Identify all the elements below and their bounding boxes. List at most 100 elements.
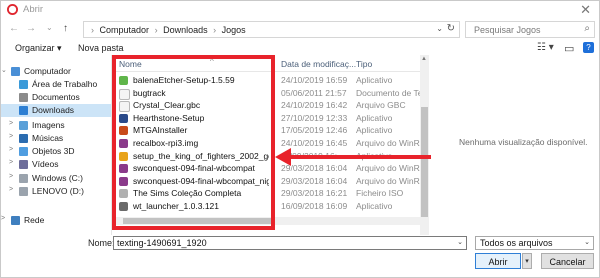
- nav-item-label: LENOVO (D:): [32, 186, 84, 196]
- opera-logo-icon: [7, 4, 18, 15]
- file-type: Ficheiro ISO: [356, 188, 404, 199]
- breadcrumb-jogos[interactable]: Jogos: [222, 25, 246, 35]
- file-type: Arquivo do WinRAR: [356, 175, 426, 186]
- breadcrumb-separator-icon: ›: [154, 25, 158, 35]
- documents-icon: [19, 93, 28, 102]
- column-header-date[interactable]: Data de modificaç...: [281, 59, 356, 69]
- file-date: 24/10/2019 16:59: [281, 75, 348, 85]
- music-icon: [19, 134, 28, 143]
- command-bar: Organizar ▾ Nova pasta ☷ ▾ ▭ ?: [1, 41, 599, 55]
- open-button[interactable]: Abrir: [475, 253, 521, 269]
- navigation-pane: ⌄ Computador Área de Trabalho Documentos Dow…: [1, 57, 111, 235]
- address-dropdown-icon[interactable]: ⌄: [436, 24, 443, 33]
- window-title: Abrir: [23, 4, 44, 15]
- nav-item-windows-c[interactable]: > Windows (C:): [1, 172, 111, 185]
- change-view-icon[interactable]: ☷ ▾: [537, 42, 554, 53]
- search-icon: ⌕: [584, 23, 590, 34]
- file-type-select[interactable]: Todos os arquivos ⌄: [475, 236, 594, 250]
- up-arrow-icon[interactable]: ↑: [63, 23, 68, 34]
- nav-item-imagens[interactable]: > Imagens: [1, 119, 111, 132]
- drive-icon: [19, 174, 28, 183]
- nav-item-label: Imagens: [32, 120, 65, 130]
- nav-item-objetos-3d[interactable]: > Objetos 3D: [1, 145, 111, 158]
- file-date: 16/09/2018 16:09: [281, 201, 348, 211]
- recent-locations-chevron-icon[interactable]: ⌄: [46, 23, 53, 32]
- filename-input[interactable]: texting-1490691_1920 ⌄: [113, 236, 467, 250]
- file-type: Aplicativo: [356, 125, 393, 136]
- nav-item-label: Downloads: [32, 105, 75, 115]
- file-date: 17/05/2019 12:46: [281, 125, 348, 136]
- pointer-arrow-icon: [275, 148, 431, 166]
- file-date: 27/10/2019 12:33: [281, 112, 348, 123]
- title-bar: Abrir ✕: [1, 1, 599, 19]
- nav-item-rede[interactable]: > Rede: [1, 214, 111, 227]
- column-header-type[interactable]: Tipo: [356, 59, 372, 69]
- back-arrow-icon[interactable]: ←: [9, 23, 19, 34]
- filename-value[interactable]: texting-1490691_1920: [117, 238, 207, 248]
- scroll-up-icon[interactable]: ▲: [421, 56, 427, 62]
- close-icon[interactable]: ✕: [580, 2, 591, 18]
- nav-item-label: Computador: [24, 66, 71, 76]
- nav-item-v-deos[interactable]: > Vídeos: [1, 158, 111, 171]
- file-type: Aplicativo: [356, 112, 393, 123]
- file-type: Aplicativo: [356, 75, 393, 85]
- nav-item-label: Objetos 3D: [32, 146, 75, 156]
- search-input[interactable]: Pesquisar Jogos: [474, 25, 541, 35]
- pictures-icon: [19, 121, 28, 130]
- expand-icon[interactable]: ⌄: [1, 66, 7, 74]
- nav-item-label: Área de Trabalho: [32, 79, 98, 89]
- nav-item-label: Vídeos: [32, 159, 59, 169]
- downloads-icon: [19, 106, 28, 115]
- file-type: Aplicativo: [356, 201, 393, 211]
- nav-item-label: Músicas: [32, 133, 64, 143]
- help-icon[interactable]: ?: [583, 42, 594, 53]
- objects-3d-icon: [19, 147, 28, 156]
- breadcrumb: › Computador › Downloads › Jogos: [88, 25, 246, 35]
- expand-icon[interactable]: >: [9, 133, 13, 140]
- file-date: 05/06/2011 21:57: [281, 87, 347, 98]
- breadcrumb-downloads[interactable]: Downloads: [163, 25, 208, 35]
- organize-menu-button[interactable]: Organizar ▾: [15, 43, 62, 54]
- network-icon: [11, 216, 20, 225]
- chevron-down-icon[interactable]: ⌄: [584, 238, 590, 246]
- nav-item-m-sicas[interactable]: > Músicas: [1, 132, 111, 145]
- expand-icon[interactable]: >: [9, 159, 13, 166]
- refresh-icon[interactable]: ↻: [447, 23, 455, 34]
- forward-arrow-icon[interactable]: →: [26, 23, 36, 34]
- breadcrumb-computador[interactable]: Computador: [100, 25, 150, 35]
- nav-item-label: Documentos: [32, 92, 80, 102]
- expand-icon[interactable]: >: [9, 173, 13, 180]
- navigation-bar: ← → ⌄ ↑ › Computador › Downloads › Jogos…: [1, 19, 599, 41]
- open-button-label: Abrir: [488, 257, 508, 267]
- expand-icon[interactable]: >: [9, 120, 13, 127]
- cancel-button-label: Cancelar: [549, 257, 586, 267]
- nav-item-computador[interactable]: ⌄ Computador: [1, 65, 111, 78]
- nav-item-lenovo-d[interactable]: > LENOVO (D:): [1, 185, 111, 198]
- computer-icon: [11, 67, 20, 76]
- desktop-icon: [19, 80, 28, 89]
- preview-pane-icon[interactable]: ▭: [564, 42, 574, 55]
- file-date: 24/10/2019 16:42: [281, 100, 348, 111]
- address-bar[interactable]: › Computador › Downloads › Jogos ⌄ ↻: [83, 21, 460, 38]
- nav-item-documentos[interactable]: Documentos: [1, 91, 111, 104]
- filename-label: Nome:: [88, 238, 115, 248]
- nav-item-downloads[interactable]: Downloads: [1, 104, 111, 117]
- cancel-button[interactable]: Cancelar: [541, 253, 594, 269]
- expand-icon[interactable]: >: [1, 215, 5, 222]
- search-box[interactable]: Pesquisar Jogos ⌕: [465, 21, 595, 38]
- dialog-buttons: Abrir ▾ Cancelar: [1, 251, 599, 273]
- videos-icon: [19, 160, 28, 169]
- nav-item-label: Rede: [24, 215, 45, 225]
- new-folder-button[interactable]: Nova pasta: [78, 43, 124, 53]
- expand-icon[interactable]: >: [9, 146, 13, 153]
- chevron-down-icon[interactable]: ⌄: [457, 238, 463, 246]
- nav-item-label: Windows (C:): [32, 173, 84, 183]
- open-file-dialog: Abrir ✕ ← → ⌄ ↑ › Computador › Downloads…: [0, 0, 600, 278]
- nav-item-rea-de-trabalho[interactable]: Área de Trabalho: [1, 78, 111, 91]
- expand-icon[interactable]: >: [9, 186, 13, 193]
- breadcrumb-separator-icon: ›: [91, 25, 94, 35]
- file-type: Documento de Te...: [356, 87, 426, 98]
- file-type: Arquivo GBC: [356, 100, 406, 111]
- open-options-dropdown-icon[interactable]: ▾: [522, 253, 532, 269]
- breadcrumb-separator-icon: ›: [213, 25, 217, 35]
